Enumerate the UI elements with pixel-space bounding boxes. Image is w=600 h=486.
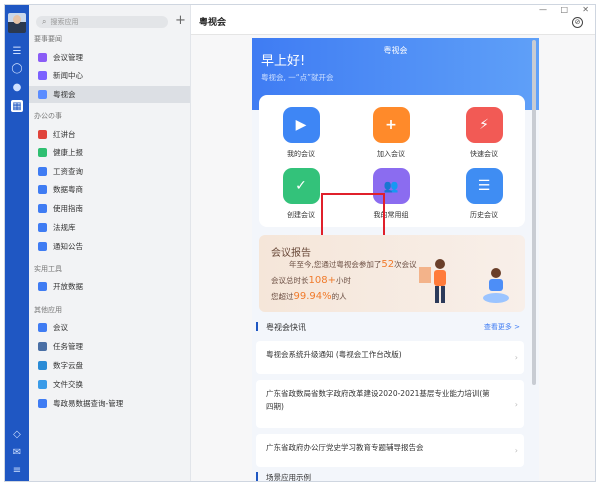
sidebar-item-task-manage[interactable]: 任务管理 — [29, 338, 190, 355]
health-icon — [38, 148, 47, 157]
plus-icon: + — [372, 107, 410, 143]
sidebar-item-meeting[interactable]: 会议 — [29, 319, 190, 336]
titlebar: 粤视会 — □ ✕ ⊘ — [191, 5, 595, 35]
app-content: 粤视会 早上好! 粤视会, 一“点”就开会 ▶ 我的会议 + 加入会议 ⚡ 快速… — [252, 38, 539, 481]
app-sidebar: ⌕ 搜索应用 + 要事要闻 会议管理 新闻中心 粤视会 办公の事 红讲台 健康上… — [29, 5, 191, 481]
history-meetings-tile[interactable]: ☰ 历史会议 — [449, 168, 519, 220]
sidebar-item-yueshihui[interactable]: 粤视会 — [29, 86, 190, 103]
join-meeting-tile[interactable]: + 加入会议 — [356, 107, 426, 159]
message-icon[interactable]: ☰ — [11, 45, 23, 57]
task-icon — [38, 342, 47, 351]
seated-person-illustration — [483, 268, 509, 303]
greeting: 早上好! — [261, 54, 306, 69]
menu-icon[interactable]: ≡ — [11, 464, 23, 476]
close-button[interactable]: ✕ — [582, 5, 589, 14]
sidebar-item-user-guide[interactable]: 使用指南 — [29, 200, 190, 217]
main-panel: 粤视会 — □ ✕ ⊘ 粤视会 早上好! 粤视会, 一“点”就开会 ▶ 我的会议… — [191, 5, 595, 481]
news-header: 粤视会快讯 查看更多 > — [256, 318, 526, 334]
cloud-icon — [38, 361, 47, 370]
meeting-report-card[interactable]: 会议报告 年至今,您通过粤视会参加了52次会议 会议总时长108+小时 您超过9… — [259, 235, 525, 312]
report-title: 会议报告 — [271, 248, 311, 259]
nav-rail: ☰ ◯ ● ▦ ◇ ✉ ≡ — [5, 5, 29, 481]
page-title: 粤视会 — [199, 18, 227, 28]
news-icon — [38, 71, 47, 80]
sidebar-item-data-business[interactable]: 数据粤商 — [29, 181, 190, 198]
search-icon: ⌕ — [42, 17, 47, 26]
add-app-button[interactable]: + — [175, 14, 186, 28]
section-tools: 实用工具 — [34, 265, 62, 273]
sidebar-item-red-lectern[interactable]: 红讲台 — [29, 126, 190, 143]
search-input[interactable]: ⌕ 搜索应用 — [36, 16, 168, 28]
sidebar-item-salary-query[interactable]: 工资查询 — [29, 163, 190, 180]
notice-icon — [38, 242, 47, 251]
video-camera-icon: ▶ — [282, 107, 320, 143]
person-illustration — [419, 259, 446, 303]
red-flag-icon — [38, 130, 47, 139]
sidebar-item-meeting-manage[interactable]: 会议管理 — [29, 49, 190, 66]
section-important: 要事要闻 — [34, 35, 62, 43]
sidebar-item-health-report[interactable]: 健康上报 — [29, 144, 190, 161]
list-icon: ☰ — [465, 168, 503, 204]
sidebar-item-cloud-disk[interactable]: 数字云盘 — [29, 357, 190, 374]
meeting-manage-icon — [38, 53, 47, 62]
news-title: 粤视会快讯 — [266, 323, 306, 332]
news-item[interactable]: 粤视会系统升级通知 (粤视会工作台改版) › — [256, 341, 524, 374]
chevron-right-icon: › — [514, 353, 518, 362]
chevron-right-icon: › — [514, 400, 518, 409]
video-meeting-icon — [38, 90, 47, 99]
slogan: 粤视会, 一“点”就开会 — [261, 73, 334, 82]
file-exchange-icon — [38, 380, 47, 389]
apps-icon[interactable]: ▦ — [11, 100, 23, 112]
section-office: 办公の事 — [34, 112, 62, 120]
my-meetings-tile[interactable]: ▶ 我的会议 — [266, 107, 336, 159]
meeting-icon — [38, 323, 47, 332]
chevron-right-icon: › — [514, 446, 518, 455]
scrollbar[interactable] — [532, 40, 536, 385]
search-placeholder: 搜索应用 — [50, 18, 79, 26]
report-line-2: 会议总时长108+小时 — [271, 275, 351, 286]
salary-icon — [38, 167, 47, 176]
law-icon — [38, 223, 47, 232]
sidebar-item-notices[interactable]: 通知公告 — [29, 238, 190, 255]
quick-meeting-tile[interactable]: ⚡ 快速会议 — [449, 107, 519, 159]
news-item[interactable]: 广东省政数局省数字政府改革建设2020-2021基层专业能力培训(第四期) › — [256, 380, 524, 428]
view-more-link[interactable]: 查看更多 > — [484, 322, 520, 332]
lightning-icon: ⚡ — [465, 107, 503, 143]
sidebar-item-file-exchange[interactable]: 文件交换 — [29, 376, 190, 393]
guide-icon — [38, 204, 47, 213]
data-icon — [38, 185, 47, 194]
chat-icon[interactable]: ◯ — [11, 62, 23, 74]
compass-icon[interactable]: ⊘ — [572, 17, 583, 28]
app-window: ☰ ◯ ● ▦ ◇ ✉ ≡ ⌕ 搜索应用 + 要事要闻 会议管理 新闻中心 粤视… — [4, 4, 596, 482]
news-item[interactable]: 广东省政府办公厅党史学习教育专题辅导报告会 › — [256, 434, 524, 467]
mail-icon[interactable]: ✉ — [11, 446, 23, 458]
sidebar-item-open-data[interactable]: 开放数据 — [29, 278, 190, 295]
maximize-button[interactable]: □ — [560, 5, 568, 14]
sidebar-item-law-library[interactable]: 法规库 — [29, 219, 190, 236]
open-data-icon — [38, 282, 47, 291]
sidebar-item-data-query-admin[interactable]: 粤政易数据查询-管理 — [29, 395, 190, 412]
minimize-button[interactable]: — — [539, 5, 547, 14]
contacts-icon[interactable]: ● — [11, 81, 23, 93]
section-other: 其他应用 — [34, 306, 62, 314]
function-grid: ▶ 我的会议 + 加入会议 ⚡ 快速会议 ✓ 创建会议 👥 我的常用组 ☰ 历史… — [259, 95, 525, 227]
scenario-section-header: 场景应用示例 — [256, 470, 526, 481]
data-query-icon — [38, 399, 47, 408]
sidebar-item-news-center[interactable]: 新闻中心 — [29, 67, 190, 84]
avatar[interactable] — [8, 13, 26, 33]
report-line-1: 年至今,您通过粤视会参加了52次会议 — [289, 259, 417, 270]
cube-icon[interactable]: ◇ — [11, 428, 23, 440]
report-line-3: 您超过99.94%的人 — [271, 291, 347, 302]
calendar-check-icon: ✓ — [282, 168, 320, 204]
